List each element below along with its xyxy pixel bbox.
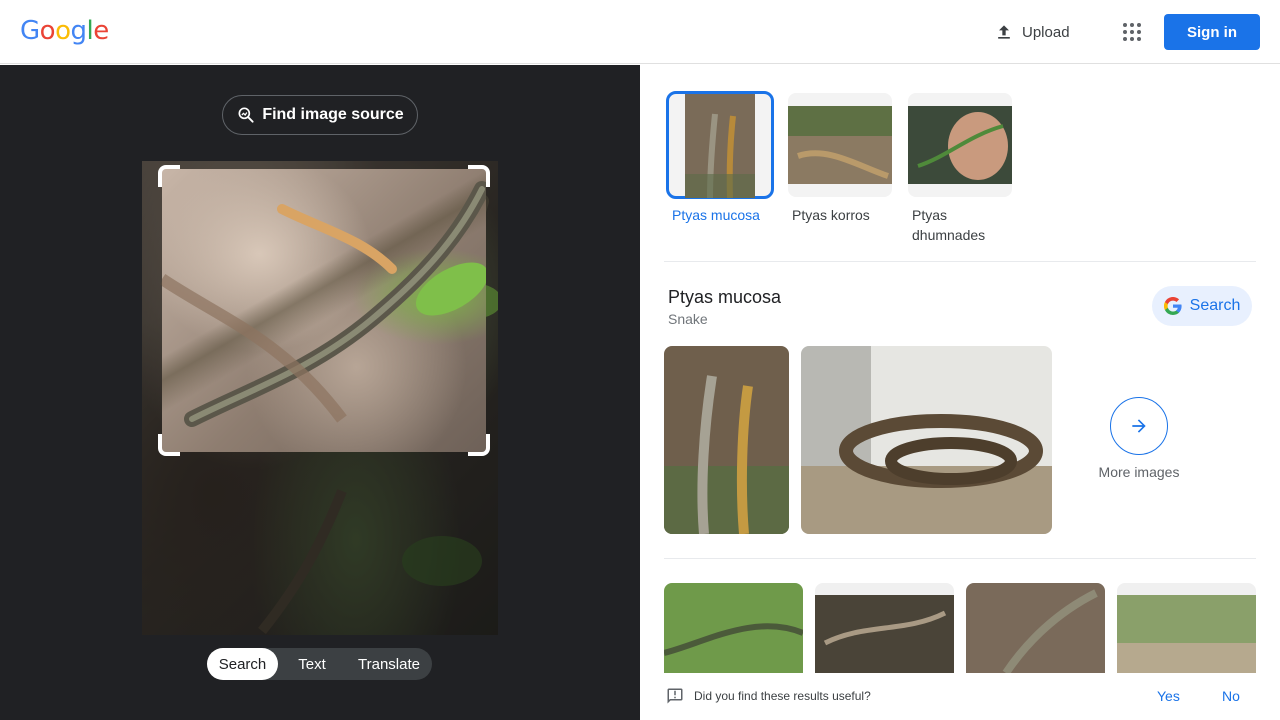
more-images-label[interactable]: More images — [1088, 464, 1190, 480]
image-preview-panel: Find image source Search Text Translate — [0, 65, 640, 720]
snake-pair-photo — [664, 346, 789, 534]
find-image-source-button[interactable]: Find image source — [222, 95, 418, 135]
logo-letter: o — [55, 16, 71, 46]
find-image-source-label: Find image source — [262, 106, 404, 123]
logo-letter: o — [39, 16, 56, 46]
crop-handle-bottom-right[interactable] — [468, 434, 490, 456]
section-divider — [664, 261, 1256, 262]
feedback-icon — [667, 688, 683, 704]
grid-photo — [1117, 583, 1256, 673]
results-panel: Ptyas mucosa Ptyas korros Ptyas dhumnade… — [640, 65, 1280, 720]
section-divider — [664, 558, 1256, 559]
feedback-no-button[interactable]: No — [1222, 688, 1240, 704]
thumbnail-label[interactable]: Ptyas korros — [792, 205, 902, 225]
crop-handle-bottom-left[interactable] — [158, 434, 180, 456]
header: Google Upload Sign in — [0, 0, 1280, 64]
logo-letter: e — [93, 16, 109, 46]
thumbnail-label[interactable]: Ptyas mucosa — [672, 205, 782, 225]
apps-grid-icon — [1123, 23, 1141, 41]
snake-crop-photo — [162, 181, 486, 427]
entity-search-button[interactable]: Search — [1152, 286, 1252, 326]
uploaded-image — [142, 161, 498, 635]
upload-button[interactable]: Upload — [986, 16, 1078, 48]
google-g-icon — [1163, 297, 1182, 315]
coiled-snake-photo — [801, 346, 1052, 534]
thumbnail-ptyas-mucosa[interactable] — [666, 91, 774, 199]
entity-subtitle: Snake — [668, 311, 708, 327]
feedback-question: Did you find these results useful? — [694, 689, 871, 703]
thumbnail-image — [685, 94, 755, 198]
thumbnail-image — [788, 106, 892, 184]
tab-text[interactable]: Text — [278, 648, 346, 680]
upload-label: Upload — [1022, 23, 1070, 41]
result-image[interactable] — [801, 346, 1052, 534]
logo-letter: G — [20, 16, 40, 46]
logo-letter: g — [70, 16, 88, 46]
thumbnail-label[interactable]: Ptyas dhumnades — [912, 205, 1022, 245]
sign-in-button[interactable]: Sign in — [1164, 14, 1260, 50]
thumbnail-ptyas-korros[interactable] — [788, 93, 892, 197]
image-search-icon — [238, 107, 254, 123]
visual-match-image[interactable] — [815, 583, 954, 673]
grid-photo — [815, 583, 954, 673]
entity-search-label: Search — [1189, 297, 1241, 314]
feedback-bar: Did you find these results useful? Yes N… — [640, 677, 1280, 720]
more-images-button[interactable] — [1110, 397, 1168, 455]
grid-photo — [966, 583, 1105, 673]
crop-selection[interactable] — [162, 169, 486, 452]
thumbnail-ptyas-dhumnades[interactable] — [908, 93, 1012, 197]
grid-photo — [664, 583, 803, 673]
crop-handle-top-right[interactable] — [468, 165, 490, 187]
arrow-right-icon — [1132, 419, 1146, 433]
thumbnail-image — [908, 106, 1012, 184]
google-logo[interactable]: Google — [20, 16, 109, 46]
visual-match-image[interactable] — [664, 583, 803, 673]
crop-handle-top-left[interactable] — [158, 165, 180, 187]
apps-button[interactable] — [1116, 16, 1148, 48]
tab-translate[interactable]: Translate — [346, 648, 432, 680]
mode-tabs: Search Text Translate — [207, 648, 432, 680]
visual-match-image[interactable] — [966, 583, 1105, 673]
visual-match-image[interactable] — [1117, 583, 1256, 673]
tab-search[interactable]: Search — [207, 648, 278, 680]
feedback-yes-button[interactable]: Yes — [1157, 688, 1180, 704]
entity-title[interactable]: Ptyas mucosa — [668, 287, 781, 308]
result-image[interactable] — [664, 346, 789, 534]
upload-icon — [998, 25, 1010, 39]
